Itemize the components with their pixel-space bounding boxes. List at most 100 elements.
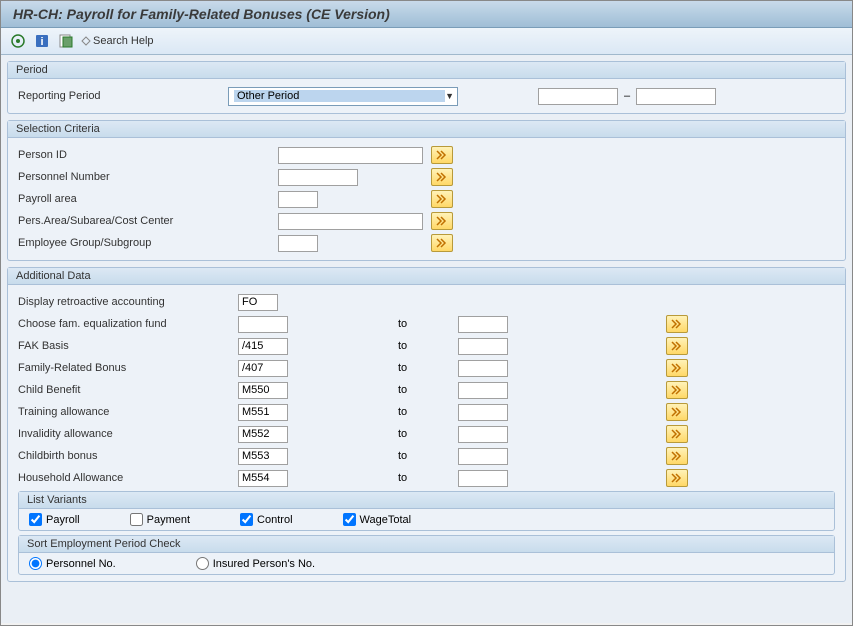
additional-label: FAK Basis xyxy=(18,340,238,352)
sort-radio[interactable] xyxy=(196,557,209,570)
sort-title: Sort Employment Period Check xyxy=(19,536,834,553)
page-title: HR-CH: Payroll for Family-Related Bonuse… xyxy=(13,6,390,22)
list-variant-checkbox[interactable] xyxy=(29,513,42,526)
additional-from-3[interactable] xyxy=(238,382,288,399)
multi-select-2[interactable] xyxy=(431,190,453,208)
multi-select-3[interactable] xyxy=(431,212,453,230)
additional-from-7[interactable] xyxy=(238,470,288,487)
period-from-input[interactable] xyxy=(538,88,618,105)
list-variant-label: Payment xyxy=(147,514,190,526)
list-variant-checkbox[interactable] xyxy=(343,513,356,526)
reporting-period-selected: Other Period xyxy=(234,90,445,102)
to-label: to xyxy=(288,472,458,484)
additional-from-6[interactable] xyxy=(238,448,288,465)
additional-multi-7[interactable] xyxy=(666,469,688,487)
selection-row: Employee Group/Subgroup xyxy=(18,232,835,254)
toolbar: i Search Help xyxy=(1,28,852,55)
additional-multi-6[interactable] xyxy=(666,447,688,465)
selection-row: Personnel Number xyxy=(18,166,835,188)
to-label: to xyxy=(288,428,458,440)
sort-radio[interactable] xyxy=(29,557,42,570)
additional-multi-1[interactable] xyxy=(666,337,688,355)
additional-to-0[interactable] xyxy=(458,316,508,333)
additional-multi-5[interactable] xyxy=(666,425,688,443)
selection-label: Pers.Area/Subarea/Cost Center xyxy=(18,215,278,227)
reporting-period-dropdown[interactable]: Other Period ▼ xyxy=(228,87,458,106)
list-variant-checkbox[interactable] xyxy=(130,513,143,526)
additional-label: Choose fam. equalization fund xyxy=(18,318,238,330)
additional-from-1[interactable] xyxy=(238,338,288,355)
to-label: to xyxy=(288,318,458,330)
additional-multi-3[interactable] xyxy=(666,381,688,399)
selection-label: Payroll area xyxy=(18,193,278,205)
sort-option[interactable]: Insured Person's No. xyxy=(196,557,315,570)
selection-input-4[interactable] xyxy=(278,235,318,252)
list-variant-label: Control xyxy=(257,514,292,526)
additional-row: Invalidity allowance to xyxy=(18,423,835,445)
selection-input-2[interactable] xyxy=(278,191,318,208)
list-variant-label: Payroll xyxy=(46,514,80,526)
selection-input-3[interactable] xyxy=(278,213,423,230)
additional-row: Household Allowance to xyxy=(18,467,835,489)
additional-to-2[interactable] xyxy=(458,360,508,377)
additional-row: FAK Basisto xyxy=(18,335,835,357)
selection-input-0[interactable] xyxy=(278,147,423,164)
additional-to-5[interactable] xyxy=(458,426,508,443)
additional-from-4[interactable] xyxy=(238,404,288,421)
additional-to-1[interactable] xyxy=(458,338,508,355)
period-dash: – xyxy=(618,90,636,102)
period-to-input[interactable] xyxy=(636,88,716,105)
additional-label: Family-Related Bonus xyxy=(18,362,238,374)
additional-multi-4[interactable] xyxy=(666,403,688,421)
additional-to-4[interactable] xyxy=(458,404,508,421)
sort-label: Personnel No. xyxy=(46,558,116,570)
svg-text:i: i xyxy=(40,36,43,48)
additional-title: Additional Data xyxy=(8,268,845,285)
additional-to-6[interactable] xyxy=(458,448,508,465)
execute-icon[interactable] xyxy=(9,32,27,50)
list-variant-checkbox[interactable] xyxy=(240,513,253,526)
list-variant-payroll[interactable]: Payroll xyxy=(29,513,80,526)
additional-to-3[interactable] xyxy=(458,382,508,399)
additional-to-7[interactable] xyxy=(458,470,508,487)
selection-group: Selection Criteria Person ID Personnel Nu… xyxy=(7,120,846,261)
additional-multi-2[interactable] xyxy=(666,359,688,377)
additional-row: Training allowanceto xyxy=(18,401,835,423)
list-variant-label: WageTotal xyxy=(360,514,412,526)
selection-title: Selection Criteria xyxy=(8,121,845,138)
info-icon[interactable]: i xyxy=(33,32,51,50)
multi-select-1[interactable] xyxy=(431,168,453,186)
search-help-button[interactable]: Search Help xyxy=(81,35,154,47)
retro-label: Display retroactive accounting xyxy=(18,296,238,308)
additional-row: Family-Related Bonusto xyxy=(18,357,835,379)
multi-select-4[interactable] xyxy=(431,234,453,252)
title-bar: HR-CH: Payroll for Family-Related Bonuse… xyxy=(1,1,852,28)
variant-icon[interactable] xyxy=(57,32,75,50)
search-help-label: Search Help xyxy=(93,35,154,47)
multi-select-0[interactable] xyxy=(431,146,453,164)
list-variant-control[interactable]: Control xyxy=(240,513,292,526)
additional-label: Child Benefit xyxy=(18,384,238,396)
to-label: to xyxy=(288,450,458,462)
additional-label: Childbirth bonus xyxy=(18,450,238,462)
additional-row: Childbirth bonus to xyxy=(18,445,835,467)
retro-input[interactable] xyxy=(238,294,278,311)
selection-label: Personnel Number xyxy=(18,171,278,183)
additional-from-5[interactable] xyxy=(238,426,288,443)
additional-label: Invalidity allowance xyxy=(18,428,238,440)
additional-from-0[interactable] xyxy=(238,316,288,333)
additional-multi-0[interactable] xyxy=(666,315,688,333)
sort-option[interactable]: Personnel No. xyxy=(29,557,116,570)
additional-row: Child Benefitto xyxy=(18,379,835,401)
selection-label: Person ID xyxy=(18,149,278,161)
list-variant-payment[interactable]: Payment xyxy=(130,513,190,526)
selection-label: Employee Group/Subgroup xyxy=(18,237,278,249)
additional-from-2[interactable] xyxy=(238,360,288,377)
additional-group: Additional Data Display retroactive acco… xyxy=(7,267,846,582)
additional-row: Choose fam. equalization fund to xyxy=(18,313,835,335)
to-label: to xyxy=(288,406,458,418)
reporting-period-label: Reporting Period xyxy=(18,90,228,102)
list-variant-wagetotal[interactable]: WageTotal xyxy=(343,513,412,526)
selection-input-1[interactable] xyxy=(278,169,358,186)
additional-label: Household Allowance xyxy=(18,472,238,484)
